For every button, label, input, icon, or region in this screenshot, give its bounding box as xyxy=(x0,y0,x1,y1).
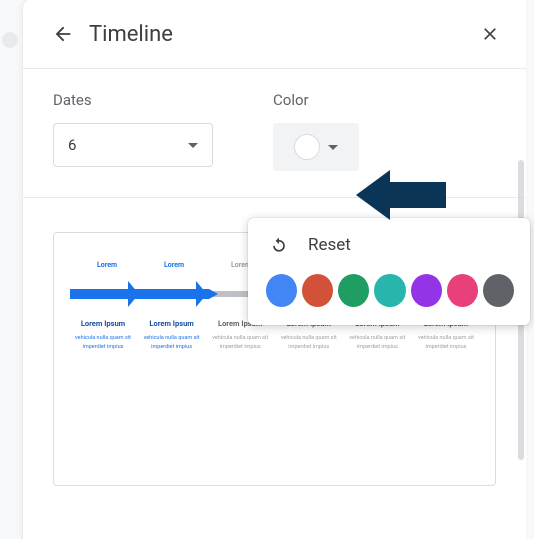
divider xyxy=(23,197,526,198)
color-label: Color xyxy=(273,91,359,109)
color-swatch[interactable] xyxy=(374,274,405,307)
color-swatch[interactable] xyxy=(483,274,514,307)
dates-select[interactable]: 6 xyxy=(53,123,213,167)
preview-header: Lorem xyxy=(143,261,205,269)
close-icon xyxy=(480,24,500,44)
controls-row: Dates 6 Color xyxy=(23,69,526,197)
reset-row[interactable]: Reset xyxy=(264,234,514,256)
color-select[interactable] xyxy=(273,123,359,171)
dates-label: Dates xyxy=(53,91,213,109)
back-button[interactable] xyxy=(47,18,79,50)
reset-label: Reset xyxy=(308,235,351,255)
preview-header: Lorem xyxy=(76,261,138,269)
background-decoration xyxy=(2,32,18,48)
chevron-down-icon xyxy=(328,145,338,150)
panel-title: Timeline xyxy=(89,22,474,47)
color-swatch-row xyxy=(264,274,514,307)
annotation-arrow-icon xyxy=(356,170,446,220)
close-button[interactable] xyxy=(474,18,506,50)
color-swatch[interactable] xyxy=(447,274,478,307)
color-swatch[interactable] xyxy=(338,274,369,307)
dates-group: Dates 6 xyxy=(53,91,213,171)
reset-icon xyxy=(268,234,290,256)
arrow-left-icon xyxy=(52,23,74,45)
color-swatch[interactable] xyxy=(266,274,297,307)
chevron-down-icon xyxy=(188,143,198,148)
color-swatch[interactable] xyxy=(411,274,442,307)
panel-header: Timeline xyxy=(23,0,526,69)
preview-column: Lorem Ipsumvehicula nulla quam sit imper… xyxy=(141,319,203,352)
preview-column: Lorem Ipsumvehicula nulla quam sit imper… xyxy=(72,319,134,352)
color-swatch[interactable] xyxy=(302,274,333,307)
dates-value: 6 xyxy=(68,136,76,154)
color-group: Color xyxy=(273,91,359,171)
current-color-swatch xyxy=(294,134,320,160)
color-popover: Reset xyxy=(248,218,530,325)
